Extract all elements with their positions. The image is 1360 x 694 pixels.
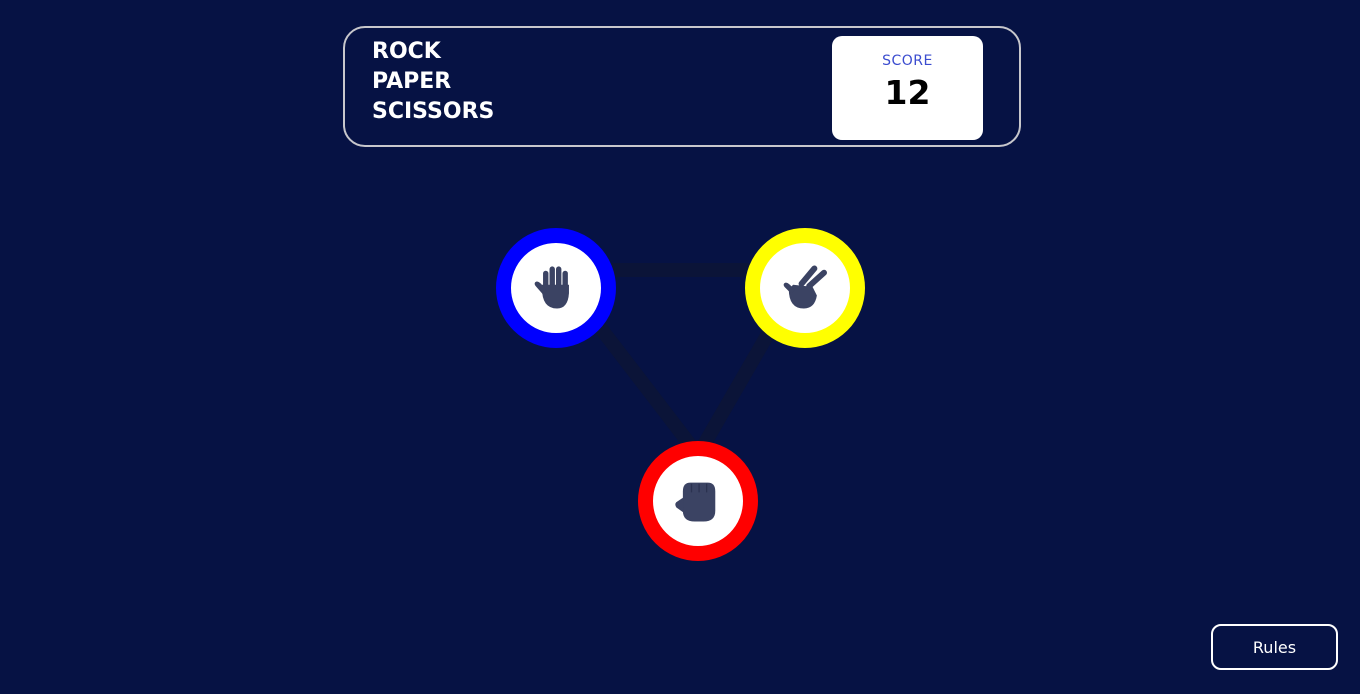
title-line-paper: PAPER [372, 69, 452, 94]
scissors-hand-icon [783, 265, 828, 309]
rock-choice-button[interactable] [638, 441, 758, 561]
score-box: SCORE 12 [832, 36, 983, 140]
score-value: 12 [884, 73, 931, 112]
score-label: SCORE [882, 53, 933, 69]
paper-hand-icon [534, 266, 569, 309]
rules-button[interactable]: Rules [1211, 624, 1338, 670]
header-panel: ROCK PAPER SCISSORS SCORE 12 [343, 26, 1021, 147]
game-screen: ROCK PAPER SCISSORS SCORE 12 Rules [0, 0, 1360, 694]
scissors-choice-button[interactable] [745, 228, 865, 348]
title-line-scissors: SCISSORS [372, 99, 495, 124]
rock-fist-icon [675, 482, 716, 522]
paper-choice-button[interactable] [496, 228, 616, 348]
game-title: ROCK PAPER SCISSORS [372, 37, 494, 127]
title-line-rock: ROCK [372, 39, 441, 64]
